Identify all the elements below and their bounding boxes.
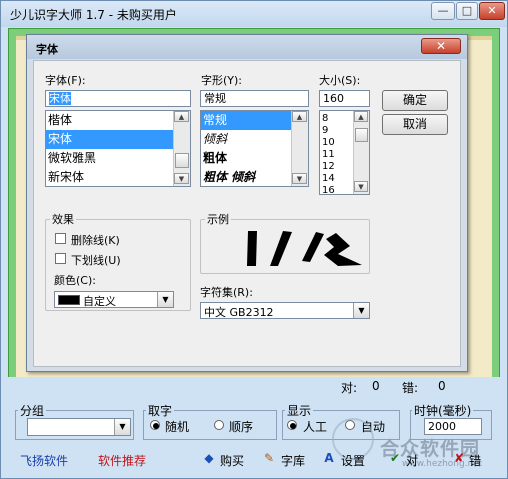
font-list-item[interactable]: 微软雅黑 <box>46 149 190 168</box>
color-select[interactable]: 自定义 ▼ <box>54 291 174 308</box>
pick-random-label: 随机 <box>165 420 190 434</box>
settings-icon[interactable]: A <box>321 450 337 466</box>
color-label: 颜色(C): <box>54 274 96 287</box>
scroll-up-icon[interactable]: ▲ <box>292 111 307 122</box>
clock-input[interactable]: 2000 <box>424 418 482 435</box>
font-list-item[interactable]: 楷体 <box>46 111 190 130</box>
app-title: 少儿识字大师 1.7 - 未购买用户 <box>10 8 177 22</box>
font-name-input[interactable]: 宋体 <box>45 90 191 107</box>
strikeout-checkbox[interactable] <box>55 233 66 244</box>
settings-button[interactable]: 设置 <box>341 452 365 469</box>
check-icon[interactable]: ✔ <box>387 450 403 466</box>
chevron-down-icon[interactable]: ▼ <box>353 303 369 318</box>
font-label: 字体(F): <box>45 74 86 87</box>
scroll-up-icon[interactable]: ▲ <box>354 111 368 122</box>
sample-preview <box>247 231 362 266</box>
script-label: 字符集(R): <box>200 286 253 299</box>
font-list[interactable]: 楷体 宋体 微软雅黑 新宋体 <box>45 110 191 187</box>
cancel-button[interactable]: 取消 <box>382 114 448 135</box>
pick-order-radio[interactable] <box>214 420 224 430</box>
dialog-close-button[interactable]: ✕ <box>421 38 461 54</box>
minimize-button[interactable]: — <box>431 2 455 20</box>
dialog-titlebar <box>27 35 467 59</box>
effects-label: 效果 <box>50 211 76 227</box>
display-label: 显示 <box>285 402 314 419</box>
feiyang-link[interactable]: 飞扬软件 <box>20 452 68 469</box>
font-list-item[interactable]: 宋体 <box>46 130 190 149</box>
library-button[interactable]: 字库 <box>281 452 305 469</box>
scroll-up-icon[interactable]: ▲ <box>174 111 189 122</box>
style-list-scrollbar[interactable]: ▲ ▼ <box>291 111 308 186</box>
font-style-input[interactable]: 常规 <box>200 90 309 107</box>
scroll-thumb[interactable] <box>175 153 189 168</box>
color-value: 自定义 <box>83 295 116 308</box>
strikeout-label: 删除线(K) <box>71 234 120 247</box>
wrong-count: 0 <box>438 379 446 393</box>
size-list-scrollbar[interactable]: ▲ ▼ <box>353 111 369 194</box>
size-label: 大小(S): <box>319 74 361 87</box>
clock-label: 时钟(毫秒) <box>412 402 474 419</box>
recommend-link[interactable]: 软件推荐 <box>98 452 146 469</box>
chevron-down-icon[interactable]: ▼ <box>157 292 173 307</box>
scroll-down-icon[interactable]: ▼ <box>174 173 189 184</box>
scroll-down-icon[interactable]: ▼ <box>354 181 368 192</box>
scroll-down-icon[interactable]: ▼ <box>292 173 307 184</box>
sample-glyph-3 <box>302 232 324 262</box>
correct-label: 对: <box>341 381 358 395</box>
buy-icon[interactable]: ◆ <box>201 450 217 466</box>
underline-checkbox[interactable] <box>55 253 66 264</box>
chevron-down-icon[interactable]: ▼ <box>114 419 130 435</box>
font-size-input[interactable]: 160 <box>319 90 370 107</box>
display-manual-label: 人工 <box>303 420 328 434</box>
color-swatch <box>58 295 80 305</box>
group-select[interactable]: ▼ <box>27 418 131 436</box>
font-list-item[interactable]: 新宋体 <box>46 168 190 186</box>
correct-count: 0 <box>372 379 380 393</box>
maximize-button[interactable]: □ <box>456 2 478 20</box>
buy-button[interactable]: 购买 <box>220 452 244 469</box>
right-button[interactable]: 对 <box>406 452 418 469</box>
sample-glyph-2 <box>270 231 292 266</box>
script-value: 中文 GB2312 <box>204 306 274 319</box>
font-name-value: 宋体 <box>49 92 71 105</box>
script-select[interactable]: 中文 GB2312 ▼ <box>200 302 370 319</box>
group-label: 分组 <box>18 402 47 419</box>
underline-label: 下划线(U) <box>71 254 121 267</box>
style-label: 字形(Y): <box>201 74 243 87</box>
ok-button[interactable]: 确定 <box>382 90 448 111</box>
font-list-scrollbar[interactable]: ▲ ▼ <box>173 111 190 186</box>
wrong-button[interactable]: 错 <box>469 452 481 469</box>
scroll-thumb[interactable] <box>355 128 368 142</box>
sample-glyph-1 <box>247 231 257 266</box>
wrong-label: 错: <box>402 381 419 395</box>
pick-label: 取字 <box>146 402 175 419</box>
pick-random-radio[interactable] <box>150 420 160 430</box>
display-manual-radio[interactable] <box>287 420 297 430</box>
pick-order-label: 顺序 <box>229 420 254 434</box>
library-icon[interactable]: ✎ <box>261 450 277 466</box>
sample-label: 示例 <box>205 211 231 227</box>
score-bar <box>1 377 507 396</box>
cross-icon[interactable]: ✘ <box>451 450 467 466</box>
dialog-title: 字体 <box>36 43 58 56</box>
sample-glyph-4 <box>324 233 362 266</box>
app-close-button[interactable]: ✕ <box>479 2 505 20</box>
